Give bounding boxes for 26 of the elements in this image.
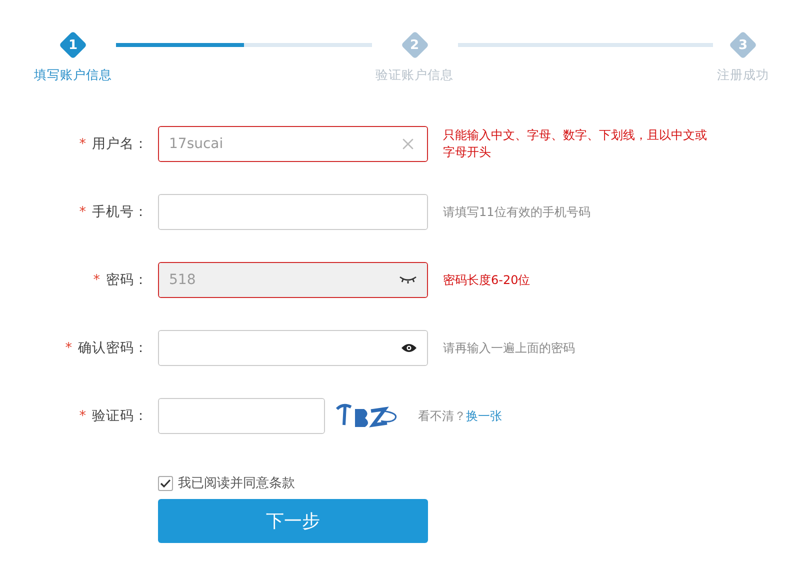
step-label: 填写账户信息	[34, 67, 112, 84]
next-button[interactable]: 下一步	[158, 499, 428, 543]
field-label: * 密码：	[92, 271, 148, 289]
hint-text: 看不清？	[418, 408, 466, 424]
hint-text: 请填写11位有效的手机号码	[443, 204, 592, 220]
hint-text: 请再输入一遍上面的密码	[443, 340, 576, 356]
step-label: 注册成功	[717, 67, 769, 84]
checkbox-label: 我已阅读并同意条款	[178, 475, 295, 492]
field-label: * 手机号：	[78, 203, 148, 221]
refresh-link[interactable]: 换一张	[466, 408, 502, 424]
checkbox[interactable]	[158, 476, 173, 490]
input-field[interactable]: 518	[158, 262, 428, 298]
field-label: * 确认密码：	[64, 339, 148, 357]
step-number: 2	[400, 31, 428, 59]
hint-text: 密码长度6-20位	[443, 272, 532, 288]
eye-closed-icon[interactable]	[399, 276, 417, 284]
input-field[interactable]: 17sucai	[158, 126, 428, 162]
text-input[interactable]: 518	[159, 263, 399, 297]
input-field[interactable]	[158, 330, 428, 366]
eye-icon[interactable]	[401, 343, 417, 353]
field-label: * 用户名：	[78, 135, 148, 153]
step-number: 1	[59, 31, 87, 59]
step-number: 3	[729, 31, 757, 59]
field-label: * 验证码：	[78, 407, 148, 425]
hint-text: 只能输入中文、字母、数字、下划线，且以中文或字母开头	[443, 127, 708, 161]
step-label: 验证账户信息	[376, 67, 454, 84]
